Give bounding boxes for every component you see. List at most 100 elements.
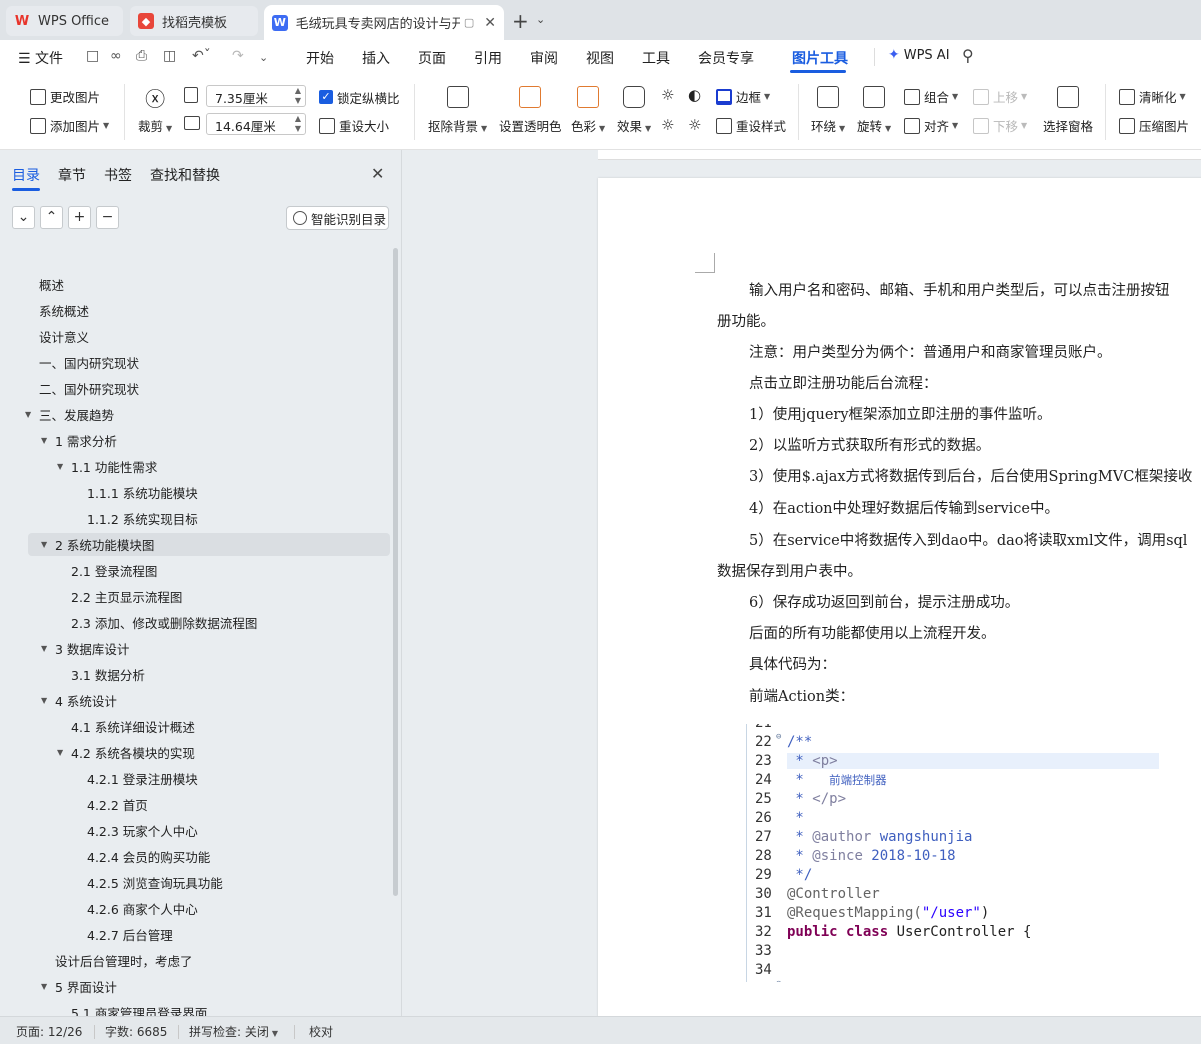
lock-ratio-checkbox[interactable]: ✓ xyxy=(319,90,333,104)
color-button[interactable]: 色彩 ▼ xyxy=(571,86,605,135)
toc-item[interactable]: 设计意义 xyxy=(39,325,89,348)
contrast-down-icon[interactable]: ☼ xyxy=(688,116,701,134)
link-icon[interactable]: ∞ xyxy=(110,48,122,64)
redo-icon[interactable]: ↷ xyxy=(232,48,244,64)
save-icon[interactable]: □ xyxy=(86,48,99,64)
toc-item[interactable]: ▼ 2 系统功能模块图 xyxy=(28,533,390,556)
change-picture-button[interactable]: 更改图片 xyxy=(30,87,100,106)
compress-picture-button[interactable]: 压缩图片 xyxy=(1119,116,1189,135)
brightness-down-icon[interactable]: ☼ xyxy=(661,116,674,134)
toc-item[interactable]: 系统概述 xyxy=(39,299,89,322)
close-icon[interactable]: ✕ xyxy=(371,164,384,183)
tab-document[interactable]: W 毛绒玩具专卖网店的设计与开发 ▢ ✕ xyxy=(264,5,504,40)
toc-item[interactable]: ▼ 1.1 功能性需求 xyxy=(57,455,157,478)
crop-button[interactable]: ⓧ 裁剪 ▼ xyxy=(138,86,172,135)
more-chevron-icon[interactable]: ⌄ xyxy=(259,51,268,64)
set-transparent-button[interactable]: 设置透明色 xyxy=(499,86,562,135)
rotate-button[interactable]: 旋转 ▼ xyxy=(857,86,891,135)
add-heading-button[interactable]: + xyxy=(68,206,91,229)
collapse-down-button[interactable]: ⌄ xyxy=(12,206,35,229)
move-down-button[interactable]: 下移 ▼ xyxy=(973,116,1027,135)
move-up-button[interactable]: 上移 ▼ xyxy=(973,87,1027,106)
search-icon[interactable]: ⚲ xyxy=(962,46,974,65)
menu-start[interactable]: 开始 xyxy=(306,48,334,68)
word-count[interactable]: 字数: 6685 xyxy=(105,1023,167,1040)
wrap-button[interactable]: 环绕 ▼ xyxy=(811,86,845,135)
expand-triangle-icon[interactable]: ▼ xyxy=(41,696,47,705)
toc-item[interactable]: 1.1.2 系统实现目标 xyxy=(87,507,198,530)
width-input[interactable]: 7.35厘米 ▲ ▼ xyxy=(206,85,306,107)
print-icon[interactable]: ⎙ xyxy=(136,48,147,64)
selection-pane-button[interactable]: 选择窗格 xyxy=(1043,86,1093,135)
toc-item[interactable]: 概述 xyxy=(39,273,64,296)
toc-item[interactable]: 4.1 系统详细设计概述 xyxy=(71,715,195,738)
close-icon[interactable]: ✕ xyxy=(484,15,496,31)
expand-triangle-icon[interactable]: ▼ xyxy=(25,410,31,419)
toc-item[interactable]: 4.2.1 登录注册模块 xyxy=(87,767,198,790)
nav-tab-bookmarks[interactable]: 书签 xyxy=(104,165,132,185)
nav-tab-find-replace[interactable]: 查找和替换 xyxy=(150,165,220,185)
remove-heading-button[interactable]: − xyxy=(96,206,119,229)
toc-item[interactable]: 4.2.7 后台管理 xyxy=(87,923,173,946)
height-input[interactable]: 14.64厘米 ▲ ▼ xyxy=(206,113,306,135)
menu-member[interactable]: 会员专享 xyxy=(698,48,754,68)
menu-wps-ai[interactable]: ✦ WPS AI xyxy=(888,47,950,63)
menu-page[interactable]: 页面 xyxy=(418,48,446,68)
expand-up-button[interactable]: ⌃ xyxy=(40,206,63,229)
undo-icon[interactable]: ↶ˇ xyxy=(192,48,211,64)
toc-item[interactable]: ▼ 4 系统设计 xyxy=(41,689,117,712)
tab-template[interactable]: ◆ 找稻壳模板 xyxy=(130,6,258,36)
menu-view[interactable]: 视图 xyxy=(586,48,614,68)
toc-item[interactable]: 二、国外研究现状 xyxy=(39,377,139,400)
align-button[interactable]: 对齐 ▼ xyxy=(904,116,958,135)
menu-file[interactable]: ☰ 文件 xyxy=(18,48,63,68)
group-button[interactable]: 组合 ▼ xyxy=(904,87,958,106)
page-indicator[interactable]: 页面: 12/26 xyxy=(16,1023,82,1040)
nav-scrollbar[interactable] xyxy=(393,248,398,896)
expand-triangle-icon[interactable]: ▼ xyxy=(57,462,63,471)
spin-arrows-icon[interactable]: ▲ ▼ xyxy=(295,114,301,134)
toc-item[interactable]: 一、国内研究现状 xyxy=(39,351,139,374)
toc-item[interactable]: 3.1 数据分析 xyxy=(71,663,145,686)
menu-picture-tools[interactable]: 图片工具 xyxy=(792,48,848,68)
toc-item[interactable]: 1.1.1 系统功能模块 xyxy=(87,481,198,504)
toc-item[interactable]: 4.2.5 浏览查询玩具功能 xyxy=(87,871,223,894)
reset-style-button[interactable]: 重设样式 xyxy=(716,116,786,135)
new-tab-icon[interactable]: + xyxy=(512,9,529,33)
reset-size-button[interactable]: 重设大小 xyxy=(319,116,389,135)
expand-triangle-icon[interactable]: ▼ xyxy=(41,644,47,653)
spin-arrows-icon[interactable]: ▲ ▼ xyxy=(295,86,301,106)
toc-item[interactable]: 5.1 商家管理员登录界面 xyxy=(71,1001,207,1016)
toc-item[interactable]: ▼ 1 需求分析 xyxy=(41,429,117,452)
contrast-icon[interactable]: ◐ xyxy=(688,86,701,104)
toc-item[interactable]: 2.3 添加、修改或删除数据流程图 xyxy=(71,611,257,634)
add-picture-button[interactable]: 添加图片 ▼ xyxy=(30,116,109,135)
expand-triangle-icon[interactable]: ▼ xyxy=(41,436,47,445)
sharpen-button[interactable]: 清晰化 ▼ xyxy=(1119,87,1186,106)
toc-item[interactable]: 4.2.6 商家个人中心 xyxy=(87,897,198,920)
effect-button[interactable]: 效果 ▼ xyxy=(617,86,651,135)
print-preview-icon[interactable]: ◫ xyxy=(163,48,176,64)
toc-item[interactable]: 2.2 主页显示流程图 xyxy=(71,585,182,608)
toc-item[interactable]: 4.2.2 首页 xyxy=(87,793,148,816)
menu-review[interactable]: 审阅 xyxy=(530,48,558,68)
toc-item[interactable]: 2.1 登录流程图 xyxy=(71,559,157,582)
expand-triangle-icon[interactable]: ▼ xyxy=(41,982,47,991)
expand-triangle-icon[interactable]: ▼ xyxy=(41,540,47,549)
brightness-up-icon[interactable]: ☼ xyxy=(661,86,674,104)
code-image[interactable]: 2122⊖/**23 * <p>24 * 前端控制器25 * </p>26 *2… xyxy=(746,724,1166,982)
menu-tools[interactable]: 工具 xyxy=(642,48,670,68)
nav-tab-toc[interactable]: 目录 xyxy=(12,165,40,185)
chevron-down-icon[interactable]: ⌄ xyxy=(536,13,545,26)
toc-item[interactable]: ▼ 三、发展趋势 xyxy=(25,403,114,426)
toc-item[interactable]: 4.2.4 会员的购买功能 xyxy=(87,845,210,868)
menu-insert[interactable]: 插入 xyxy=(362,48,390,68)
toc-item[interactable]: ▼ 3 数据库设计 xyxy=(41,637,129,660)
nav-tab-chapters[interactable]: 章节 xyxy=(58,165,86,185)
smart-toc-button[interactable]: 智能识别目录 xyxy=(286,206,389,230)
remove-background-button[interactable]: 抠除背景 ▼ xyxy=(428,86,487,135)
tab-wps-office[interactable]: W WPS Office xyxy=(6,6,123,36)
spell-check[interactable]: 拼写检查: 关闭 ▼ xyxy=(189,1023,278,1040)
expand-triangle-icon[interactable]: ▼ xyxy=(57,748,63,757)
menu-references[interactable]: 引用 xyxy=(474,48,502,68)
